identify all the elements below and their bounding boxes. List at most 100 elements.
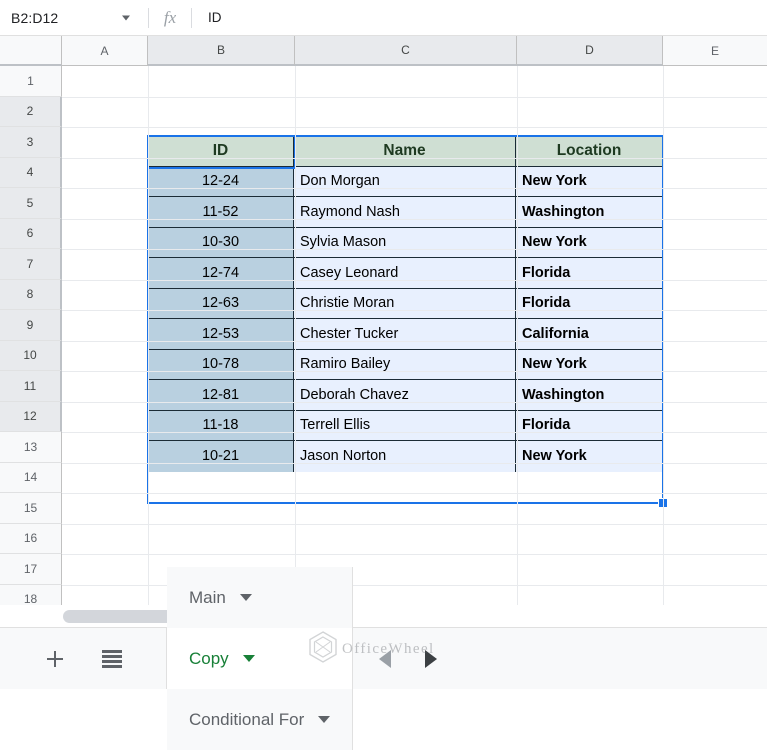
row-header-6[interactable]: 6 [0, 218, 62, 249]
all-sheets-icon[interactable] [102, 649, 122, 668]
gridline [295, 66, 296, 605]
table-cell[interactable]: 12-53 [148, 319, 294, 350]
row-header-14[interactable]: 14 [0, 462, 62, 493]
table-cell[interactable]: Sylvia Mason [294, 227, 516, 258]
sheet-tab-main[interactable]: Main [167, 567, 354, 628]
formula-input[interactable]: ID [192, 0, 767, 36]
table-cell[interactable]: Don Morgan [294, 166, 516, 197]
sheet-tab-label: Main [189, 587, 226, 607]
table-cell[interactable]: California [516, 319, 662, 350]
table-cell[interactable]: Florida [516, 410, 662, 441]
gridline [62, 554, 767, 555]
sheet-tab-label: Conditional For [189, 709, 305, 729]
table-cell[interactable]: Florida [516, 288, 662, 319]
row-header-7[interactable]: 7 [0, 249, 62, 280]
row-header-8[interactable]: 8 [0, 279, 62, 310]
gridline [62, 371, 767, 372]
name-box[interactable]: B2:D12 [0, 0, 148, 36]
table-row: 12-24 Don Morgan New York [148, 166, 662, 197]
sheet-tabs: Main Copy Conditional For [167, 567, 354, 750]
sheet-tab-conditional-for[interactable]: Conditional For [167, 689, 354, 750]
row-header-3[interactable]: 3 [0, 127, 62, 158]
gridline [62, 218, 767, 220]
table-cell[interactable]: 12-81 [148, 380, 294, 411]
gridline [62, 401, 767, 403]
table-cell[interactable]: 11-52 [148, 197, 294, 228]
row-header-label: 1 [27, 73, 34, 88]
table-cell[interactable]: 12-74 [148, 258, 294, 289]
next-sheet-icon[interactable] [425, 649, 438, 668]
table-header-row: ID Name Location [148, 136, 662, 167]
table-cell[interactable]: 10-78 [148, 349, 294, 380]
table-cell[interactable]: Raymond Nash [294, 197, 516, 228]
row-header-5[interactable]: 5 [0, 188, 62, 219]
previous-sheet-icon[interactable] [379, 649, 392, 668]
table-cell[interactable]: New York [516, 349, 662, 380]
sheet-tab-bar: Main Copy Conditional For [0, 567, 767, 750]
select-all-corner[interactable] [0, 36, 62, 66]
horizontal-scrollbar[interactable] [0, 605, 767, 628]
table-cell[interactable]: 10-30 [148, 227, 294, 258]
table-cell[interactable]: Deborah Chavez [294, 380, 516, 411]
row-header-2[interactable]: 2 [0, 96, 62, 127]
column-header-d[interactable]: D [517, 36, 663, 66]
table-header-cell[interactable]: Name [294, 136, 516, 167]
data-table: ID Name Location 12-24 Don Morgan New York 11-… [148, 136, 662, 472]
column-header-label: E [710, 43, 719, 58]
table-cell[interactable]: 11-18 [148, 410, 294, 441]
gridline [62, 432, 767, 433]
row-header-10[interactable]: 10 [0, 340, 62, 371]
row-header-9[interactable]: 9 [0, 310, 62, 341]
row-header-12[interactable]: 12 [0, 401, 62, 432]
chevron-down-icon[interactable] [122, 15, 130, 20]
table-cell[interactable]: Ramiro Bailey [294, 349, 516, 380]
row-header-17[interactable]: 17 [0, 554, 62, 585]
table-cell[interactable]: Washington [516, 380, 662, 411]
row-header-label: 13 [23, 439, 38, 454]
row-header-1[interactable]: 1 [0, 66, 62, 97]
table-cell[interactable]: Jason Norton [294, 441, 516, 472]
table-cell[interactable]: Terrell Ellis [294, 410, 516, 441]
gridline [62, 127, 767, 128]
row-header-16[interactable]: 16 [0, 523, 62, 554]
chevron-down-icon[interactable] [242, 655, 255, 662]
column-header-c[interactable]: C [295, 36, 517, 66]
row-header-15[interactable]: 15 [0, 493, 62, 524]
table-cell[interactable]: Casey Leonard [294, 258, 516, 289]
name-box-value: B2:D12 [11, 9, 59, 26]
row-header-label: 5 [26, 195, 34, 210]
column-header-label: B [216, 43, 225, 57]
table-cell[interactable]: New York [516, 441, 662, 472]
table-cell[interactable]: New York [516, 166, 662, 197]
column-header-e[interactable]: E [663, 36, 767, 66]
gridline [62, 96, 767, 98]
row-header-label: 14 [23, 470, 38, 485]
sheet-tab-copy[interactable]: Copy [167, 628, 354, 689]
column-header-b[interactable]: B [148, 36, 295, 66]
table-row: 10-30 Sylvia Mason New York [148, 227, 662, 258]
table-cell[interactable]: Florida [516, 258, 662, 289]
add-sheet-icon[interactable] [44, 648, 66, 670]
sheet-tab-navigation [353, 628, 438, 689]
row-header-4[interactable]: 4 [0, 157, 62, 188]
table-row: 12-74 Casey Leonard Florida [148, 258, 662, 289]
cell-canvas[interactable]: ID Name Location 12-24 Don Morgan New York 11-… [62, 66, 767, 605]
table-cell[interactable]: Chester Tucker [294, 319, 516, 350]
table-header-cell[interactable]: Location [516, 136, 662, 167]
table-cell[interactable]: Christie Moran [294, 288, 516, 319]
table-cell[interactable]: New York [516, 227, 662, 258]
table-cell[interactable]: 10-21 [148, 441, 294, 472]
table-header-cell[interactable]: ID [148, 136, 294, 167]
table-row: 12-53 Chester Tucker California [148, 319, 662, 350]
row-header-label: 16 [23, 531, 38, 546]
table-cell[interactable]: 12-24 [148, 166, 294, 197]
table-row: 11-18 Terrell Ellis Florida [148, 410, 662, 441]
row-header-13[interactable]: 13 [0, 432, 62, 463]
column-header-a[interactable]: A [62, 36, 148, 66]
chevron-down-icon[interactable] [318, 716, 331, 723]
row-header-18[interactable]: 18 [0, 584, 62, 605]
table-cell[interactable]: 12-63 [148, 288, 294, 319]
table-cell[interactable]: Washington [516, 197, 662, 228]
chevron-down-icon[interactable] [239, 594, 252, 601]
row-header-11[interactable]: 11 [0, 371, 62, 402]
